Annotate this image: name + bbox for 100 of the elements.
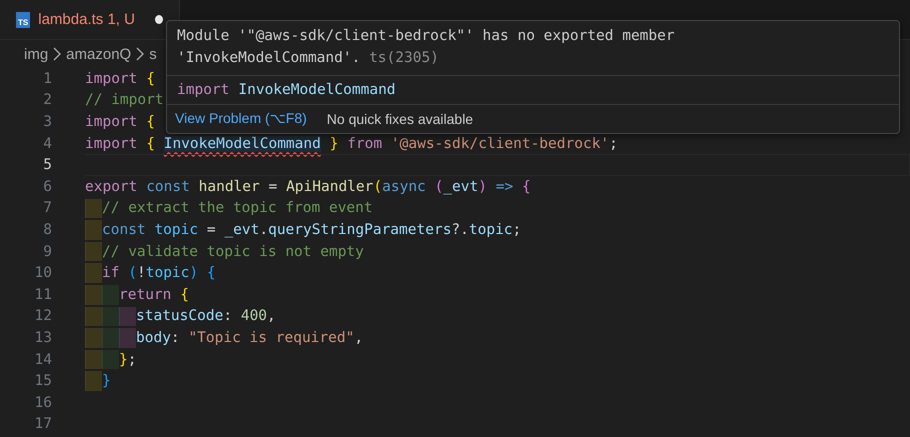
breadcrumb-item[interactable]: amazonQ [66,46,132,62]
code-token: import [85,70,138,87]
code-token: from [347,136,382,152]
line-number: 10 [34,265,52,282]
code-token: ( [128,265,137,282]
code-token: : [223,308,232,324]
unsaved-dot-icon[interactable] [154,15,163,24]
indent-guide [102,350,119,370]
code-token: topic [154,222,198,238]
code-token: import [85,114,138,130]
code-token: import [85,136,138,152]
code-token: const [146,178,190,195]
code-token: statusCode [136,308,224,324]
code-token: ; [128,352,136,368]
line-number: 2 [42,92,52,108]
code-token: if [102,265,120,282]
code-token: ; [609,136,618,152]
code-token: queryStringParameters [268,222,452,238]
code-token: } [119,352,128,368]
code-token: { [180,286,189,303]
indent-guide [102,306,119,326]
error-squiggle-token: InvokeModelCommand [164,136,321,152]
line-number: 12 [34,308,52,324]
line-number: 7 [42,200,52,216]
indent-guide [119,328,136,348]
code-token: { [522,178,531,195]
line-number: 9 [42,244,52,260]
line-number: 3 [42,114,52,130]
code-token: 400 [240,308,268,324]
code-token: => [496,178,514,195]
code-token: topic [146,265,190,282]
code-token: import [177,82,230,98]
indent-guide [85,306,102,326]
code-token: _evt [224,222,260,238]
line-number: 15 [34,373,52,390]
indent-guide [102,284,119,305]
code-token: async [382,178,426,195]
code-token: ?. [451,222,469,238]
code-token: "Topic is required" [188,330,354,346]
code-token: } [330,136,338,152]
error-message: 'InvokeModelCommand'. ts(2305) [177,49,440,68]
code-token: ) [189,265,198,282]
code-token: handler [198,178,260,195]
indent-guide [119,306,136,326]
line-number: 11 [34,286,52,303]
code-token: { [206,265,216,282]
tab-title: lambda.ts 1, U [38,11,135,28]
code-token: ( [373,178,382,195]
code-token: topic [468,222,513,238]
code-token: const [102,222,146,238]
code-token: ( [434,178,444,195]
code-token: export [85,178,138,195]
indent-guide [102,328,119,348]
code-token: ! [137,265,146,282]
code-token: = [206,222,216,238]
code-token: . [259,222,268,238]
code-token: ) [478,178,487,195]
line-number: 1 [42,70,52,87]
error-message: Module '"@aws-sdk/client-bedrock"' has no exported member [177,27,676,46]
code-token: InvokeModelCommand [238,82,396,98]
line-number: 14 [34,352,52,368]
line-number: 6 [42,178,52,195]
chevron-icon [135,47,146,61]
code-token: // extract the topic from event [102,200,373,216]
code-token: = [268,178,278,195]
line-number: 17 [34,416,52,432]
line-number: 5 [42,157,52,174]
code-token: : [170,330,180,346]
code-token: ApiHandler [286,178,374,195]
code-token: { [146,114,155,130]
chevron-icon [52,47,62,61]
indent-guide [85,371,102,391]
indent-guide [85,350,102,370]
line-number: 8 [42,222,52,238]
code-token: // validate topic is not empty [102,244,364,260]
line-number: 4 [42,136,52,152]
code-token: body [136,330,171,346]
indent-guide [85,328,102,348]
code-token: // import [85,92,164,108]
indent-guide [85,263,102,283]
indent-guide [85,284,102,305]
line-number: 13 [34,330,52,346]
code-token: ; [512,222,522,238]
quick-fix-note: No quick fixes available [326,110,474,126]
code-token: , [354,330,364,346]
code-token: { [146,70,155,87]
breadcrumb-item[interactable]: img [24,46,48,62]
code-token: , [267,308,276,324]
line-number: 16 [34,394,52,411]
code-token: _evt [443,178,478,195]
breadcrumb-item[interactable]: s [149,46,157,62]
indent-guide [85,198,102,218]
indent-guide [85,220,102,240]
view-problem-link[interactable]: View Problem (⌥F8) [175,110,307,127]
indent-guide [85,242,102,262]
code-token: return [119,286,172,303]
code-token: '@aws-sdk/client-bedrock' [390,136,610,152]
code-token: { [146,136,155,152]
typescript-file-icon: TS [16,12,30,28]
code-token: } [102,373,111,390]
